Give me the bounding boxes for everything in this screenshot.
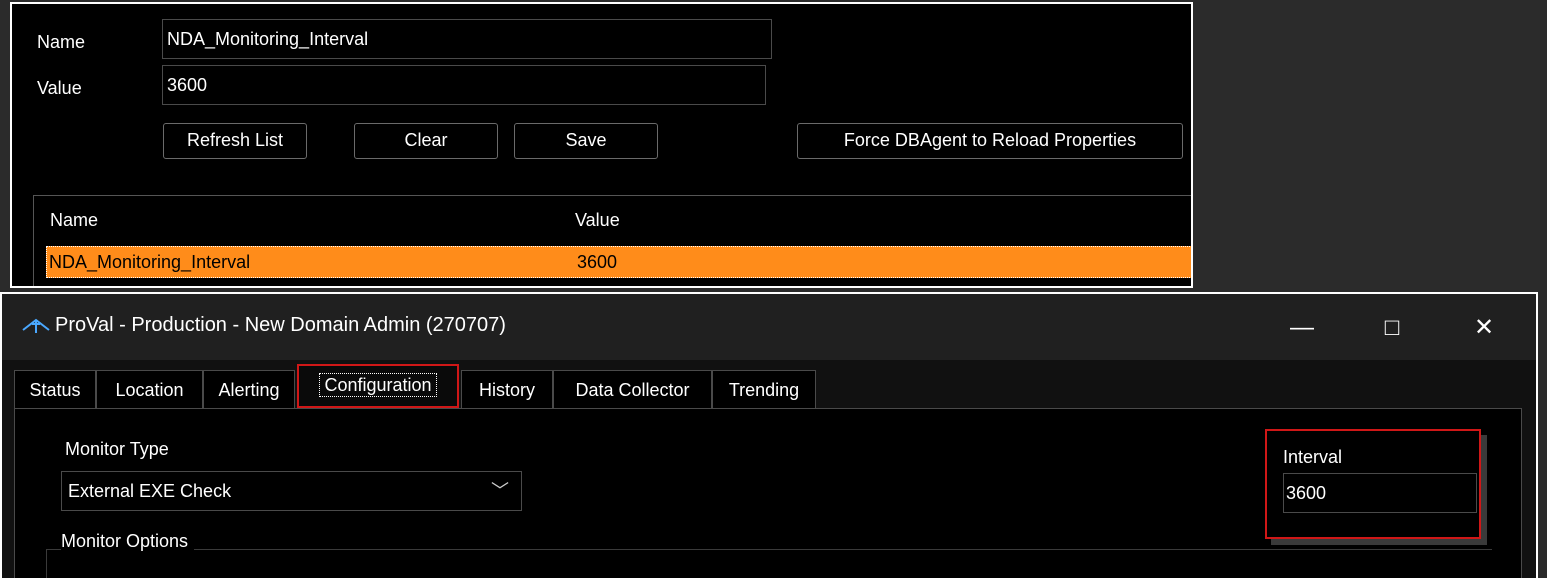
proval-app-icon [22,318,50,333]
row-value-cell: 3600 [577,252,618,272]
monitor-options-label: Monitor Options [61,531,195,552]
row-name-cell: NDA_Monitoring_Interval [49,252,251,272]
tab-status[interactable]: Status [14,370,96,408]
proval-window: ProVal - Production - New Domain Admin (… [0,292,1538,578]
minimize-icon[interactable]: — [1282,308,1322,348]
name-label: Name [37,32,86,52]
tab-data-collector[interactable]: Data Collector [553,370,712,408]
interval-input[interactable]: 3600 [1283,473,1477,513]
close-icon[interactable]: ✕ [1464,308,1504,348]
monitor-type-label: Monitor Type [65,439,169,459]
tab-location[interactable]: Location [96,370,203,408]
tab-history[interactable]: History [461,370,553,408]
title-bar[interactable]: ProVal - Production - New Domain Admin (… [2,294,1536,360]
chevron-down-icon: ﹀ [491,481,509,501]
monitor-type-value: External EXE Check [68,481,232,501]
save-button[interactable]: Save [514,123,658,159]
value-input[interactable]: 3600 [162,65,766,105]
properties-grid: Name Value NDA_Monitoring_Interval 3600 [33,195,1191,286]
tab-alerting[interactable]: Alerting [203,370,295,408]
tab-configuration-label: Configuration [319,373,437,397]
monitor-type-select[interactable]: External EXE Check ﹀ [61,471,522,511]
value-label: Value [37,78,82,98]
configuration-panel: Monitor Type External EXE Check ﹀ Monito… [14,408,1522,578]
interval-group: Interval 3600 [1265,429,1481,539]
table-row[interactable]: NDA_Monitoring_Interval 3600 [46,246,1191,278]
tab-trending[interactable]: Trending [712,370,816,408]
force-reload-button[interactable]: Force DBAgent to Reload Properties [797,123,1183,159]
properties-panel: Name NDA_Monitoring_Interval Value 3600 … [10,2,1193,288]
refresh-list-button[interactable]: Refresh List [163,123,307,159]
tab-configuration[interactable]: Configuration [297,364,459,408]
interval-label: Interval [1283,447,1343,467]
name-input[interactable]: NDA_Monitoring_Interval [162,19,772,59]
column-header-name[interactable]: Name [50,196,98,244]
column-header-value[interactable]: Value [575,196,620,244]
window-title: ProVal - Production - New Domain Admin (… [55,314,506,336]
maximize-icon[interactable]: □ [1372,308,1412,348]
monitor-options-group [46,549,1492,578]
clear-button[interactable]: Clear [354,123,498,159]
